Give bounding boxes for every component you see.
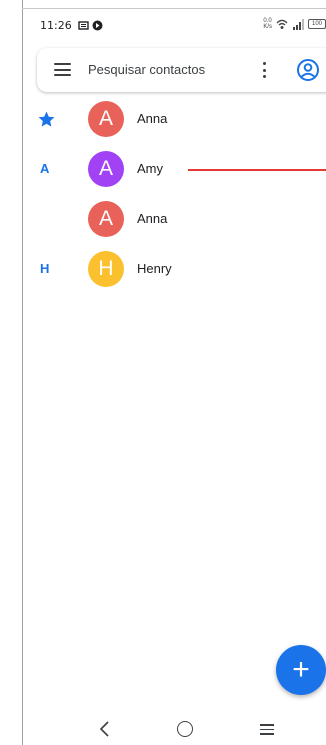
avatar: A	[88, 201, 124, 237]
notification-icon	[92, 20, 103, 30]
status-icons-right: 0.0 K/s 100	[263, 18, 326, 30]
recents-icon[interactable]	[260, 724, 274, 735]
avatar-initial: H	[98, 257, 114, 280]
avatar: H	[88, 251, 124, 287]
home-icon[interactable]	[177, 721, 193, 737]
search-input[interactable]: Pesquisar contactos	[88, 62, 205, 77]
more-vert-icon[interactable]	[258, 60, 270, 80]
search-bar[interactable]: Pesquisar contactos	[37, 48, 326, 92]
hamburger-menu-icon[interactable]	[54, 63, 71, 76]
data-speed-icon: 0.0 K/s	[263, 18, 272, 30]
sim-icon	[78, 20, 89, 30]
battery-icon: 100	[308, 19, 326, 29]
contact-name: Henry	[137, 261, 172, 276]
contact-row-anna[interactable]: A Anna	[23, 194, 326, 244]
avatar: A	[88, 101, 124, 137]
contact-name: Anna	[137, 111, 168, 126]
frame-border-top	[22, 8, 326, 9]
account-circle-icon[interactable]	[296, 58, 320, 82]
contact-list: A Anna A A Amy A Anna H H Henry	[23, 94, 326, 294]
avatar: A	[88, 151, 124, 187]
wifi-icon	[276, 19, 288, 29]
back-icon[interactable]	[97, 720, 113, 738]
avatar-initial: A	[98, 207, 113, 230]
contact-row-amy[interactable]: A A Amy	[23, 144, 326, 194]
contact-row-henry[interactable]: H H Henry	[23, 244, 326, 294]
star-icon	[38, 111, 55, 127]
status-icons-left	[78, 20, 103, 31]
navigation-bar	[23, 715, 326, 745]
contact-name: Amy	[137, 161, 163, 176]
add-icon: +	[292, 653, 310, 686]
contact-row-anna-starred[interactable]: A Anna	[23, 94, 326, 144]
status-time: 11:26	[40, 18, 72, 32]
contact-name: Anna	[137, 211, 168, 226]
avatar-initial: A	[98, 157, 113, 180]
status-bar: 11:26 0.0 K/s 100	[23, 12, 326, 38]
avatar-initial: A	[98, 107, 113, 130]
section-letter: A	[40, 161, 50, 176]
swipe-indicator-line	[188, 169, 326, 171]
signal-icon	[293, 18, 304, 30]
add-contact-button[interactable]: +	[276, 645, 326, 695]
section-letter: H	[40, 261, 50, 276]
